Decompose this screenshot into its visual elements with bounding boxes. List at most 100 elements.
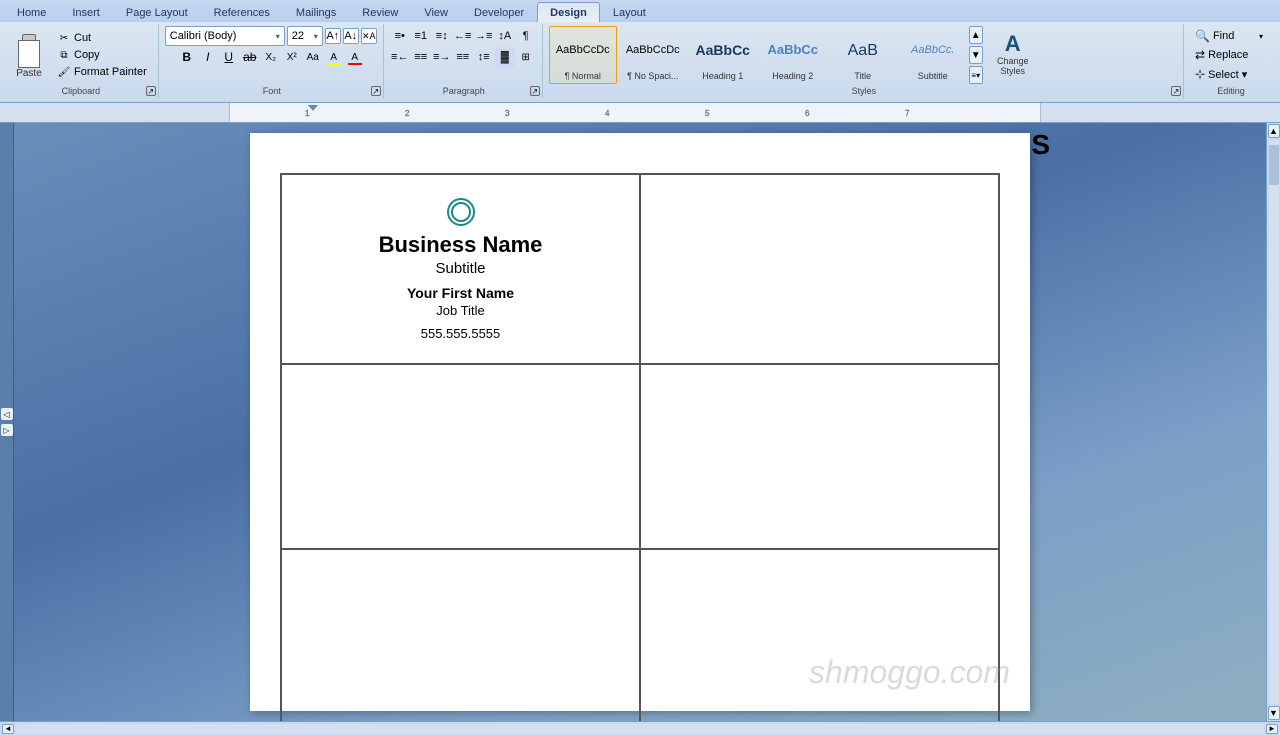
font-size-decrease-button[interactable]: A↓ [343, 28, 359, 44]
align-left-button[interactable]: ≡← [390, 47, 410, 67]
replace-icon: ⇄ [1195, 48, 1205, 62]
replace-button[interactable]: ⇄ Replace [1190, 46, 1270, 64]
paragraph-expand-button[interactable]: ↗ [530, 86, 540, 96]
tab-layout[interactable]: Layout [600, 2, 659, 22]
scroll-down-button[interactable]: ▼ [1268, 706, 1280, 720]
style-title-label: Title [854, 71, 871, 81]
style-title[interactable]: AaB Title [829, 26, 897, 84]
styles-scroll-up-button[interactable]: ▲ [969, 26, 983, 44]
paste-icon [13, 32, 45, 68]
left-tool-1[interactable]: ◁ [1, 408, 13, 420]
shading-button[interactable]: ▓ [495, 47, 515, 67]
tab-references[interactable]: References [201, 2, 283, 22]
bold-button[interactable]: B [177, 47, 197, 67]
sort-button[interactable]: ↕A [495, 26, 515, 46]
clipboard-expand-button[interactable]: ↗ [146, 86, 156, 96]
card-cell-1-2[interactable] [640, 174, 999, 364]
card-business-name[interactable]: Business Name [379, 232, 543, 258]
change-styles-button[interactable]: A Change Styles [985, 26, 1041, 84]
styles-scroll-down-button[interactable]: ▼ [969, 46, 983, 64]
card-cell-3-1[interactable] [281, 549, 640, 721]
scroll-left-button[interactable]: ◄ [2, 724, 14, 734]
svg-text:7: 7 [905, 109, 910, 118]
style-heading2[interactable]: AaBbCc Heading 2 [759, 26, 827, 84]
card-s-letter: S [1031, 129, 1050, 161]
bottom-scrollbar: ◄ ► [0, 721, 1280, 735]
clear-format-button[interactable]: ✕A [361, 28, 377, 44]
tab-view[interactable]: View [411, 2, 461, 22]
decrease-indent-button[interactable]: ←≡ [453, 26, 473, 46]
format-painter-button[interactable]: 🖌 Format Painter [52, 64, 152, 80]
page-container[interactable]: S Business Name Subtitle Your First Name… [14, 123, 1266, 721]
multilevel-list-button[interactable]: ≡↕ [432, 26, 452, 46]
find-dropdown-icon: ▾ [1259, 32, 1263, 41]
change-styles-icon: A [1005, 33, 1021, 55]
paste-button[interactable]: Paste [8, 29, 50, 81]
numbered-list-button[interactable]: ≡1 [411, 26, 431, 46]
styles-expand-button[interactable]: ↗ [1171, 86, 1181, 96]
card-cell-2-2[interactable] [640, 364, 999, 549]
style-title-preview: AaB [848, 30, 878, 71]
card-phone[interactable]: 555.555.5555 [421, 326, 501, 341]
tab-insert[interactable]: Insert [59, 2, 113, 22]
underline-button[interactable]: U [219, 47, 239, 67]
tab-review[interactable]: Review [349, 2, 411, 22]
horizontal-scroll-track[interactable] [16, 724, 1264, 734]
tab-page-layout[interactable]: Page Layout [113, 2, 201, 22]
find-button[interactable]: 🔍 Find ▾ [1190, 27, 1270, 45]
superscript-button[interactable]: X² [282, 47, 302, 67]
svg-text:4: 4 [605, 109, 610, 118]
styles-group: AaBbCcDc ¶ Normal AaBbCcDc ¶ No Spaci...… [545, 24, 1184, 98]
tab-home[interactable]: Home [4, 2, 59, 22]
font-color-button[interactable]: A [345, 47, 365, 67]
line-spacing-button[interactable]: ↕≡ [474, 47, 494, 67]
document-page[interactable]: S Business Name Subtitle Your First Name… [250, 133, 1030, 711]
card-cell-2-1[interactable] [281, 364, 640, 549]
card-your-name[interactable]: Your First Name [407, 285, 514, 301]
ruler: 1 2 3 4 5 6 7 [0, 103, 1280, 123]
justify-button[interactable]: ≡≡ [453, 47, 473, 67]
increase-indent-button[interactable]: →≡ [474, 26, 494, 46]
select-button[interactable]: ⊹ Select ▾ [1190, 65, 1270, 83]
align-right-button[interactable]: ≡→ [432, 47, 452, 67]
style-subtitle[interactable]: AaBbCc. Subtitle [899, 26, 967, 84]
style-heading1[interactable]: AaBbCc Heading 1 [689, 26, 757, 84]
show-formatting-button[interactable]: ¶ [516, 26, 536, 46]
tab-view-label: View [424, 7, 448, 19]
font-size-value: 22 [292, 30, 304, 42]
scroll-up-button[interactable]: ▲ [1268, 124, 1280, 138]
styles-label: Styles [545, 86, 1183, 96]
tab-design[interactable]: Design [537, 2, 600, 22]
styles-more-button[interactable]: ≡▾ [969, 66, 983, 84]
font-group: Calibri (Body) ▾ 22 ▾ A↑ A↓ ✕A B I U [161, 24, 384, 98]
tab-developer[interactable]: Developer [461, 2, 537, 22]
scroll-track[interactable] [1269, 140, 1279, 704]
card-subtitle[interactable]: Subtitle [435, 260, 485, 277]
card-cell-1-1[interactable]: S Business Name Subtitle Your First Name… [281, 174, 640, 364]
font-size-increase-button[interactable]: A↑ [325, 28, 341, 44]
bullet-list-button[interactable]: ≡• [390, 26, 410, 46]
borders-button[interactable]: ⊞ [516, 47, 536, 67]
left-tool-2[interactable]: ▷ [1, 424, 13, 436]
style-no-spacing[interactable]: AaBbCcDc ¶ No Spaci... [619, 26, 687, 84]
cut-button[interactable]: ✂ Cut [52, 30, 152, 46]
style-normal[interactable]: AaBbCcDc ¶ Normal [549, 26, 617, 84]
tab-design-label: Design [550, 7, 587, 19]
tab-mailings[interactable]: Mailings [283, 2, 349, 22]
text-highlight-button[interactable]: A [324, 47, 344, 67]
card-logo [447, 198, 475, 226]
scroll-right-button[interactable]: ► [1266, 724, 1278, 734]
italic-button[interactable]: I [198, 47, 218, 67]
strikethrough-button[interactable]: ab [240, 47, 260, 67]
scroll-thumb[interactable] [1269, 145, 1279, 185]
align-center-button[interactable]: ≡≡ [411, 47, 431, 67]
svg-text:6: 6 [805, 109, 810, 118]
font-size-selector[interactable]: 22 ▾ [287, 26, 323, 46]
font-family-selector[interactable]: Calibri (Body) ▾ [165, 26, 285, 46]
card-job-title[interactable]: Job Title [436, 303, 484, 318]
text-case-button[interactable]: Aa [303, 47, 323, 67]
copy-button[interactable]: ⧉ Copy [52, 47, 152, 63]
card-cell-3-2[interactable] [640, 549, 999, 721]
font-expand-button[interactable]: ↗ [371, 86, 381, 96]
subscript-button[interactable]: X₂ [261, 47, 281, 67]
